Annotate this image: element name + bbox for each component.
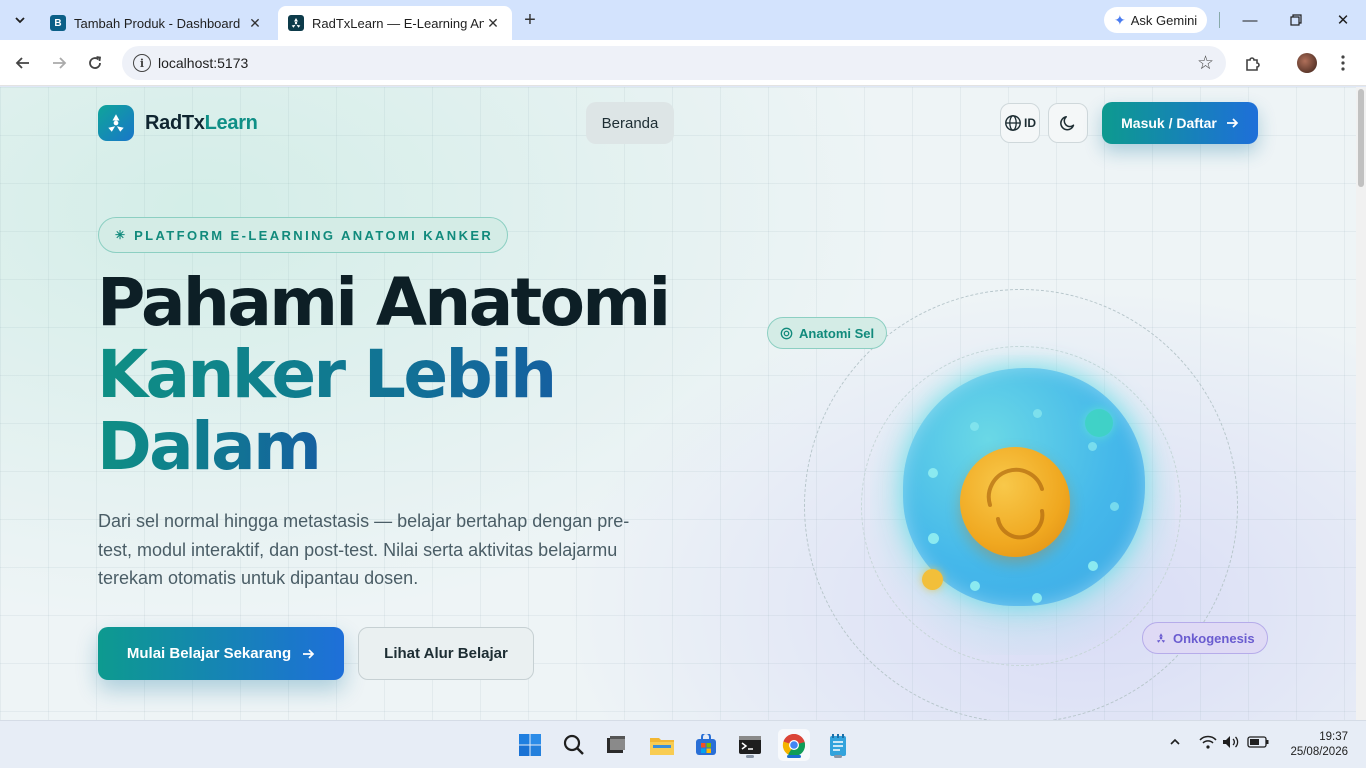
moon-icon: [1060, 116, 1075, 131]
hero-title-line1: Pahami Anatomi: [97, 264, 671, 341]
sparkle-icon: ✳: [115, 228, 126, 242]
start-learning-button[interactable]: Mulai Belajar Sekarang: [98, 627, 344, 680]
browser-toolbar: i localhost:5173 ☆: [0, 40, 1366, 86]
command-prompt-icon[interactable]: [734, 729, 766, 761]
site-info-icon[interactable]: i: [133, 54, 151, 72]
forward-arrow-icon[interactable]: [47, 51, 71, 75]
back-arrow-icon[interactable]: [11, 51, 35, 75]
tag-anatomi-sel: Anatomi Sel: [767, 317, 888, 349]
organelle-dot: [928, 468, 938, 478]
wifi-icon[interactable]: [1199, 735, 1217, 752]
scrollbar-thumb[interactable]: [1358, 89, 1364, 187]
close-tab-icon[interactable]: ✕: [484, 15, 502, 32]
gemini-star-icon: ✦: [1114, 11, 1126, 28]
page-viewport: RadTxLearn Beranda ID Masuk / Daftar ✳ P…: [0, 87, 1356, 720]
ask-gemini-button[interactable]: ✦ Ask Gemini: [1104, 7, 1208, 33]
ask-gemini-label: Ask Gemini: [1130, 12, 1198, 28]
login-register-button[interactable]: Masuk / Daftar: [1102, 102, 1258, 144]
start-icon[interactable]: [514, 729, 546, 761]
reload-icon[interactable]: [83, 51, 107, 75]
language-code: ID: [1024, 116, 1036, 130]
terminal-window-icon[interactable]: [600, 729, 632, 761]
system-clock[interactable]: 19:37 25/08/2026: [1278, 730, 1348, 760]
arrow-right-icon: [1226, 118, 1239, 128]
tab-favicon: B: [50, 15, 66, 31]
hero-title-line2: Kanker Lebih: [97, 336, 557, 413]
close-window-icon[interactable]: ✕: [1331, 8, 1355, 32]
chevron-down-icon: [15, 17, 25, 24]
nav-home-link[interactable]: Beranda: [586, 102, 674, 144]
new-tab-button[interactable]: +: [518, 8, 542, 32]
tag-onkogenesis-label: Onkogenesis: [1173, 630, 1255, 646]
radiation-icon: [1156, 633, 1166, 643]
store-icon[interactable]: [690, 729, 722, 761]
organelle-dot: [1032, 593, 1042, 603]
address-bar[interactable]: i localhost:5173 ☆: [122, 46, 1226, 80]
brand-name-part1: RadTx: [145, 111, 205, 134]
divider: [1219, 12, 1220, 28]
tab-radtxlearn[interactable]: RadTxLearn — E-Learning Anatomi ✕: [278, 6, 512, 40]
page-scrollbar[interactable]: [1356, 87, 1366, 720]
hero-title: Pahami Anatomi Kanker Lebih Dalam: [97, 264, 671, 485]
organelle-dot: [1085, 409, 1113, 437]
restore-icon[interactable]: [1284, 8, 1308, 32]
view-learning-path-button[interactable]: Lihat Alur Belajar: [358, 627, 534, 680]
organelle-dot: [970, 581, 980, 591]
tab-search-menu-button[interactable]: [8, 8, 32, 32]
theme-toggle-button[interactable]: [1048, 103, 1088, 143]
file-explorer-icon[interactable]: [646, 729, 678, 761]
bookmark-star-icon[interactable]: ☆: [1197, 52, 1214, 75]
profile-avatar[interactable]: [1297, 53, 1317, 73]
organelle-dot: [1088, 442, 1097, 451]
organelle-dot: [970, 422, 979, 431]
target-icon: [780, 327, 793, 339]
tab-title: Tambah Produk - Dashboard: [74, 15, 241, 31]
organelle-dot: [1033, 409, 1042, 418]
login-register-label: Masuk / Daftar: [1121, 115, 1217, 131]
nucleolus-curve: [986, 467, 1045, 540]
more-menu-icon[interactable]: [1331, 51, 1355, 75]
tab-title: RadTxLearn — E-Learning Anatomi: [312, 15, 484, 31]
orbiting-particle: [922, 569, 943, 590]
tag-anatomi-sel-label: Anatomi Sel: [799, 325, 875, 341]
globe-icon: [1005, 115, 1021, 131]
url-text[interactable]: localhost:5173: [158, 55, 248, 71]
arrow-right-icon: [303, 648, 315, 659]
volume-icon[interactable]: [1222, 735, 1240, 752]
minimize-icon[interactable]: —: [1238, 8, 1262, 32]
clock-date: 25/08/2026: [1290, 746, 1348, 758]
organelle-dot: [928, 533, 939, 544]
extensions-puzzle-icon[interactable]: [1241, 51, 1265, 75]
radiation-favicon-icon: [288, 15, 304, 31]
chrome-icon[interactable]: [778, 729, 810, 761]
radiation-logo-icon: [98, 105, 134, 141]
brand-name: RadTxLearn: [145, 112, 258, 135]
site-logo[interactable]: RadTxLearn: [98, 105, 258, 141]
close-tab-icon[interactable]: ✕: [246, 15, 264, 32]
hero-badge-label: PLATFORM E-LEARNING ANATOMI KANKER: [134, 227, 494, 243]
tag-onkogenesis: Onkogenesis: [1142, 622, 1268, 654]
hero-badge: ✳ PLATFORM E-LEARNING ANATOMI KANKER: [98, 217, 509, 253]
search-icon[interactable]: [558, 729, 590, 761]
tray-overflow-chevron-icon[interactable]: [1169, 735, 1181, 751]
organelle-dot: [1088, 561, 1098, 571]
organelle-dot: [1110, 502, 1119, 511]
hero-title-line3: Dalam: [97, 408, 322, 485]
tab-dashboard[interactable]: B Tambah Produk - Dashboard ✕: [40, 6, 274, 40]
active-indicator: [787, 755, 801, 758]
cell-nucleus: [960, 447, 1070, 557]
windows-taskbar: 19:37 25/08/2026: [0, 720, 1366, 768]
browser-tab-strip: B Tambah Produk - Dashboard ✕ RadTxLearn…: [0, 0, 1366, 40]
battery-icon[interactable]: [1247, 735, 1269, 751]
running-indicator: [746, 755, 754, 758]
hero-description: Dari sel normal hingga metastasis — bela…: [98, 511, 630, 588]
running-indicator: [834, 755, 842, 758]
brand-name-part2: Learn: [204, 111, 258, 134]
language-switcher[interactable]: ID: [1000, 103, 1040, 143]
notepad-icon[interactable]: [822, 729, 854, 761]
clock-time: 19:37: [1319, 731, 1348, 743]
start-learning-label: Mulai Belajar Sekarang: [126, 645, 292, 662]
